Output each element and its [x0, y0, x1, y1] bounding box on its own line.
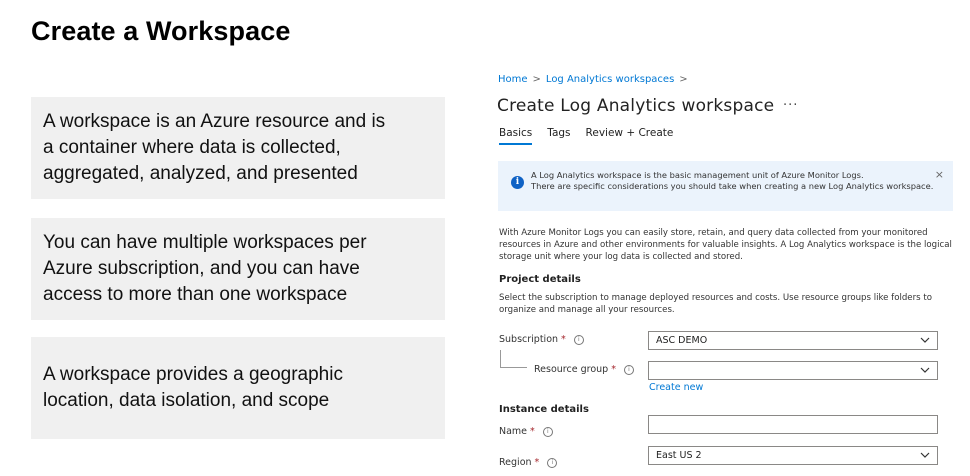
help-icon[interactable]: i	[547, 457, 558, 468]
region-label-text: Region	[499, 457, 532, 468]
region-value: East US 2	[656, 450, 702, 461]
banner-line-2: There are specific considerations you sh…	[531, 181, 934, 191]
info-box-text: You can have multiple workspaces per Azu…	[43, 232, 367, 305]
info-box-container: A workspace is an Azure resource and is …	[31, 97, 445, 199]
page-title: Create Log Analytics workspace	[497, 96, 775, 116]
resource-group-dropdown[interactable]	[648, 361, 938, 380]
breadcrumb: Home > Log Analytics workspaces >	[498, 74, 688, 85]
info-box-scope: A workspace provides a geographic locati…	[31, 337, 445, 439]
azure-portal-panel: Home > Log Analytics workspaces > Create…	[490, 66, 960, 476]
more-options-icon[interactable]: ···	[783, 98, 798, 113]
subscription-value: ASC DEMO	[656, 335, 708, 346]
info-icon: i	[511, 176, 524, 189]
tab-basics[interactable]: Basics	[499, 127, 533, 145]
required-marker: *	[561, 334, 566, 345]
tab-tags[interactable]: Tags	[547, 127, 570, 145]
breadcrumb-home-link[interactable]: Home	[498, 74, 528, 85]
required-marker: *	[534, 457, 540, 468]
name-input[interactable]	[648, 415, 938, 434]
chevron-down-icon	[920, 452, 930, 458]
breadcrumb-workspaces-link[interactable]: Log Analytics workspaces	[546, 74, 674, 85]
region-label: Region * i	[499, 457, 558, 468]
description-text: With Azure Monitor Logs you can easily s…	[499, 228, 952, 262]
info-banner: i A Log Analytics workspace is the basic…	[498, 161, 953, 211]
breadcrumb-separator-icon: >	[532, 74, 541, 85]
subscription-label-text: Subscription	[499, 334, 559, 345]
info-box-text: A workspace is an Azure resource and is …	[43, 111, 386, 184]
info-box-text: A workspace provides a geographic locati…	[43, 364, 343, 411]
help-icon[interactable]: i	[623, 364, 634, 375]
help-icon[interactable]: i	[542, 426, 553, 437]
info-box-multiple-workspaces: You can have multiple workspaces per Azu…	[31, 218, 445, 320]
region-dropdown[interactable]: East US 2	[648, 446, 938, 465]
close-icon[interactable]: ×	[935, 169, 944, 180]
chevron-down-icon	[920, 367, 930, 373]
breadcrumb-separator-icon: >	[679, 74, 688, 85]
resource-group-label-text: Resource group	[534, 364, 609, 375]
chevron-down-icon	[920, 337, 930, 343]
tab-review-create[interactable]: Review + Create	[586, 127, 674, 145]
project-details-heading: Project details	[499, 274, 581, 285]
resource-group-label: Resource group * i	[534, 364, 634, 375]
tree-connector	[500, 350, 527, 368]
instance-details-heading: Instance details	[499, 404, 589, 415]
project-details-description: Select the subscription to manage deploy…	[499, 293, 932, 315]
name-label: Name * i	[499, 426, 553, 437]
required-marker: *	[611, 364, 616, 375]
help-icon[interactable]: i	[573, 334, 584, 345]
slide-title: Create a Workspace	[31, 16, 291, 46]
tab-bar: Basics Tags Review + Create	[499, 127, 673, 145]
create-new-link[interactable]: Create new	[649, 382, 703, 393]
subscription-dropdown[interactable]: ASC DEMO	[648, 331, 938, 350]
required-marker: *	[530, 426, 535, 437]
subscription-label: Subscription * i	[499, 334, 584, 345]
name-label-text: Name	[499, 426, 528, 437]
banner-line-1: A Log Analytics workspace is the basic m…	[531, 170, 864, 180]
